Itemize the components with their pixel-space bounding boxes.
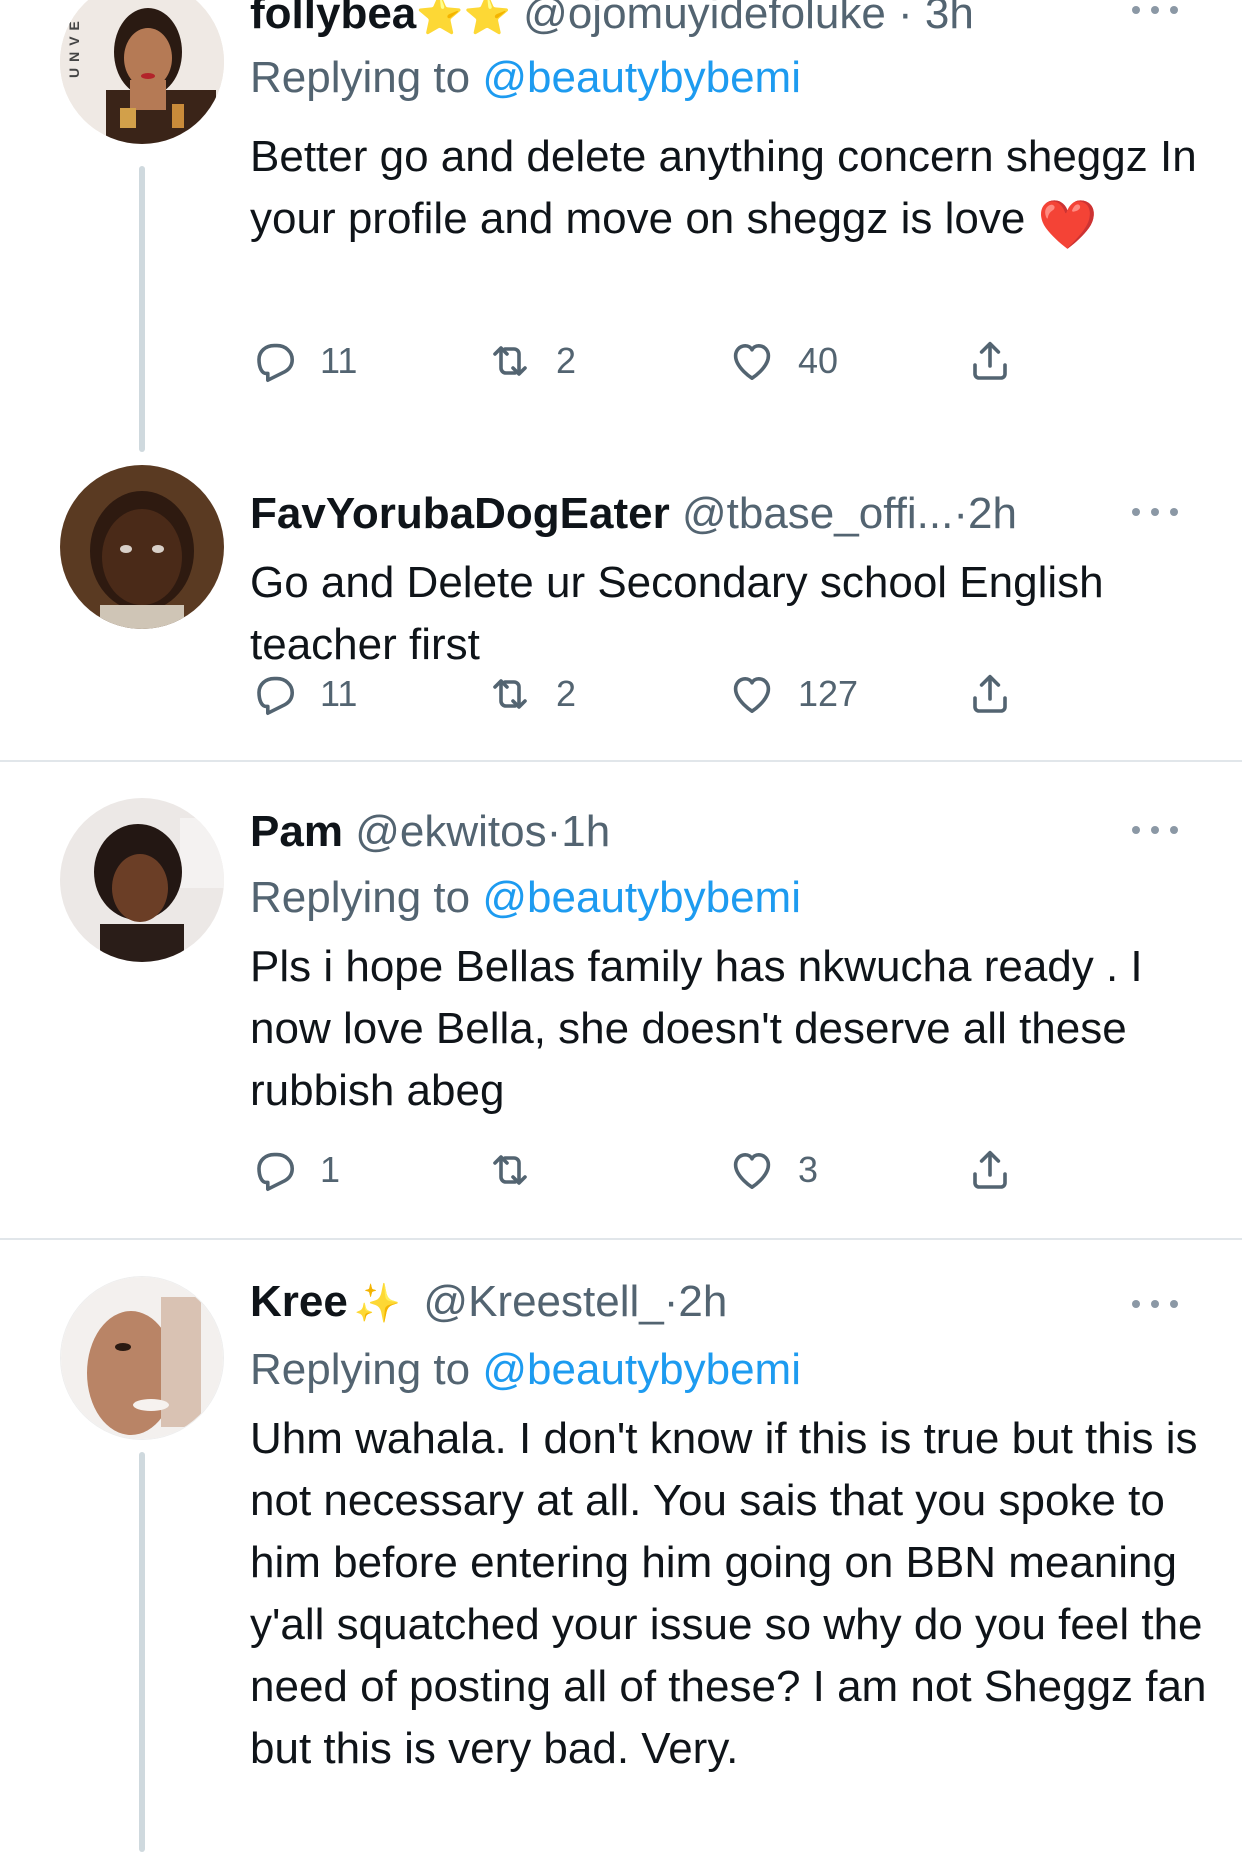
mention-link[interactable]: @beautybybemi xyxy=(482,1345,801,1394)
retweet-icon xyxy=(486,670,534,718)
avatar[interactable] xyxy=(60,798,224,962)
tweet-actions: 11 2 40 xyxy=(250,331,1030,391)
reply-icon xyxy=(250,337,298,385)
tweet-text: Uhm wahala. I don't know if this is true… xyxy=(250,1408,1210,1780)
share-icon xyxy=(966,1146,1014,1194)
heart-icon xyxy=(728,670,776,718)
separator-dot: · xyxy=(953,489,968,538)
avatar[interactable] xyxy=(60,465,224,629)
share-button[interactable] xyxy=(966,1140,1036,1200)
user-handle[interactable]: @tbase_offi... xyxy=(682,489,953,538)
retweet-button[interactable]: 2 xyxy=(486,331,576,391)
retweet-icon xyxy=(486,337,534,385)
display-name[interactable]: Pam xyxy=(250,807,343,856)
tweet-text: Pls i hope Bellas family has nkwucha rea… xyxy=(250,936,1210,1122)
user-handle[interactable]: @ekwitos xyxy=(355,807,546,856)
more-options-icon[interactable] xyxy=(1132,1298,1178,1310)
like-button[interactable]: 40 xyxy=(728,331,838,391)
avatar-image xyxy=(60,798,224,962)
mention-link[interactable]: @beautybybemi xyxy=(482,53,801,102)
share-button[interactable] xyxy=(966,331,1036,391)
avatar[interactable] xyxy=(60,1276,224,1440)
avatar-watermark: UNVE xyxy=(66,15,82,78)
tweet-header: Kree ✨ @Kreestell_·2h xyxy=(250,1274,727,1332)
share-button[interactable] xyxy=(966,664,1036,724)
reply-button[interactable]: 11 xyxy=(250,331,357,391)
like-count: 127 xyxy=(798,673,859,714)
avatar-image xyxy=(60,465,224,629)
more-options-icon[interactable] xyxy=(1132,4,1178,16)
like-count: 40 xyxy=(798,340,839,381)
avatar-image xyxy=(61,1277,223,1439)
replying-to-label: Replying to xyxy=(250,873,471,922)
avatar-image xyxy=(60,0,224,144)
reply-icon xyxy=(250,670,298,718)
user-handle[interactable]: @Kreestell_ xyxy=(423,1277,663,1326)
tweet-text-content: Pls i hope Bellas family has nkwucha rea… xyxy=(250,942,1143,1115)
tweet-actions: 11 2 127 xyxy=(250,664,1030,724)
timestamp[interactable]: 1h xyxy=(561,807,610,856)
tweet-text: Better go and delete anything concern sh… xyxy=(250,126,1210,257)
retweet-button[interactable]: 2 xyxy=(486,664,576,724)
retweet-count: 2 xyxy=(556,673,577,714)
replying-to: Replying to @beautybybemi xyxy=(250,870,801,926)
like-count: 3 xyxy=(798,1149,819,1190)
sparkles-emoji-icon: ✨ xyxy=(353,1283,402,1326)
like-button[interactable]: 3 xyxy=(728,1140,818,1200)
avatar[interactable]: UNVE xyxy=(60,0,224,144)
share-icon xyxy=(966,670,1014,718)
timestamp[interactable]: 2h xyxy=(968,489,1017,538)
timestamp[interactable]: 2h xyxy=(678,1277,727,1326)
heart-icon xyxy=(728,1146,776,1194)
tweet[interactable]: UNVE follybea⭐⭐ @ojomuyidefoluke · 3h Re… xyxy=(0,0,1242,470)
separator-dot: · xyxy=(898,0,913,38)
more-options-icon[interactable] xyxy=(1132,506,1178,518)
heart-icon xyxy=(728,337,776,385)
share-icon xyxy=(966,337,1014,385)
thread-line xyxy=(139,1452,145,1852)
separator-dot: · xyxy=(546,807,562,856)
user-handle[interactable]: @ojomuyidefoluke xyxy=(523,0,886,38)
replying-to: Replying to @beautybybemi xyxy=(250,50,801,106)
more-options-icon[interactable] xyxy=(1132,824,1178,836)
tweet-actions: 1 3 xyxy=(250,1140,1030,1200)
retweet-button[interactable] xyxy=(486,1140,556,1200)
replying-to-label: Replying to xyxy=(250,53,471,102)
like-button[interactable]: 127 xyxy=(728,664,858,724)
timestamp[interactable]: 3h xyxy=(925,0,974,38)
thread-line xyxy=(139,166,145,452)
tweet-header: follybea⭐⭐ @ojomuyidefoluke · 3h xyxy=(250,0,974,44)
replying-to: Replying to @beautybybemi xyxy=(250,1342,801,1398)
tweet-header: FavYorubaDogEater @tbase_offi...·2h xyxy=(250,486,1017,542)
reply-button[interactable]: 11 xyxy=(250,664,357,724)
display-name[interactable]: Kree xyxy=(250,1277,348,1326)
tweet-text: Go and Delete ur Secondary school Englis… xyxy=(250,552,1210,676)
reply-icon xyxy=(250,1146,298,1194)
display-name[interactable]: follybea xyxy=(250,0,416,38)
tweet[interactable]: Kree ✨ @Kreestell_·2h Replying to @beauty… xyxy=(0,1240,1242,1852)
retweet-count: 2 xyxy=(556,340,577,381)
tweet[interactable]: Pam @ekwitos·1h Replying to @beautybybem… xyxy=(0,762,1242,1238)
replying-to-label: Replying to xyxy=(250,1345,471,1394)
display-name[interactable]: FavYorubaDogEater xyxy=(250,489,670,538)
reply-count: 1 xyxy=(320,1149,341,1190)
tweet-header: Pam @ekwitos·1h xyxy=(250,804,610,860)
mention-link[interactable]: @beautybybemi xyxy=(482,873,801,922)
reply-count: 11 xyxy=(320,673,358,714)
red-heart-emoji-icon: ❤️ xyxy=(1037,199,1098,252)
reply-button[interactable]: 1 xyxy=(250,1140,340,1200)
tweet-text-content: Go and Delete ur Secondary school Englis… xyxy=(250,558,1104,669)
retweet-icon xyxy=(486,1146,534,1194)
star-emoji-icon: ⭐⭐ xyxy=(416,0,511,38)
tweet[interactable]: FavYorubaDogEater @tbase_offi...·2h Go a… xyxy=(0,460,1242,760)
tweet-text-content: Uhm wahala. I don't know if this is true… xyxy=(250,1414,1207,1773)
separator-dot: · xyxy=(663,1277,679,1326)
reply-count: 11 xyxy=(320,340,358,381)
